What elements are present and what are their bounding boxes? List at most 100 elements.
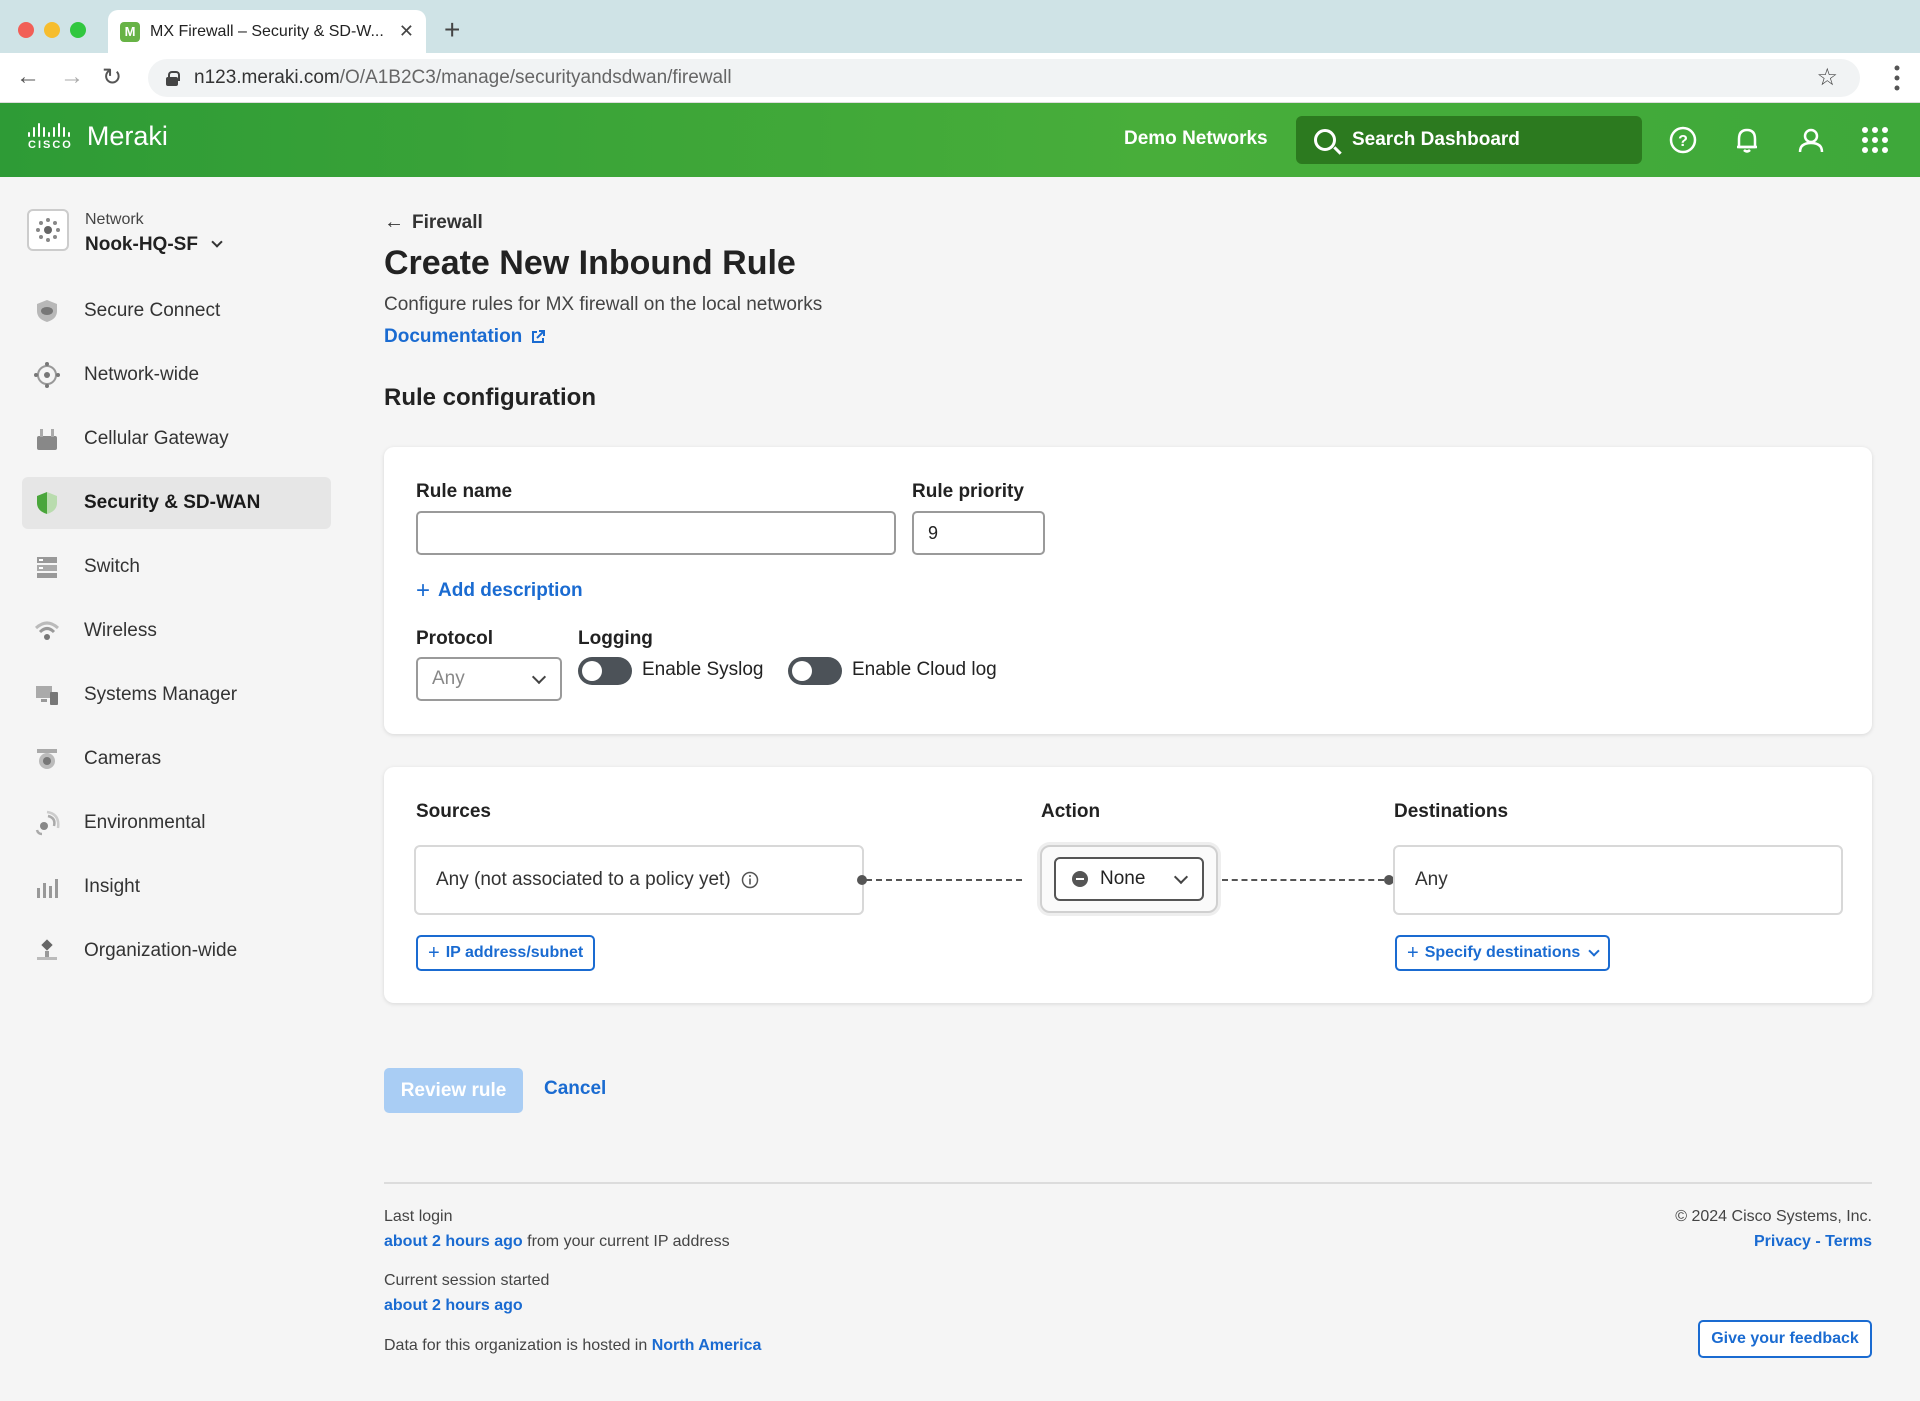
browser-menu-icon[interactable] bbox=[1894, 65, 1900, 91]
url-path: /O/A1B2C3/manage/securityandsdwan/firewa… bbox=[339, 67, 732, 88]
browser-tab[interactable]: M MX Firewall – Security & SD-W... ✕ bbox=[108, 10, 426, 53]
shield-icon bbox=[34, 490, 60, 516]
forward-icon[interactable]: → bbox=[60, 63, 84, 91]
block-icon bbox=[1072, 871, 1088, 887]
footer-divider bbox=[384, 1182, 1872, 1184]
sidebar-item-wireless[interactable]: Wireless bbox=[22, 605, 331, 657]
session-label: Current session started bbox=[384, 1272, 550, 1289]
sidebar-item-label: Systems Manager bbox=[84, 684, 238, 705]
chart-icon bbox=[34, 874, 60, 900]
back-to-firewall-link[interactable]: ← Firewall bbox=[384, 211, 483, 234]
bell-icon[interactable] bbox=[1731, 124, 1763, 156]
back-icon[interactable]: ← bbox=[16, 63, 40, 91]
sidebar-item-cellular-gateway[interactable]: Cellular Gateway bbox=[22, 413, 331, 465]
destinations-box[interactable]: Any bbox=[1393, 845, 1843, 915]
sidebar-item-insight[interactable]: Insight bbox=[22, 861, 331, 913]
connector-line bbox=[866, 879, 1022, 881]
last-login-suffix: from your current IP address bbox=[522, 1233, 730, 1250]
cloud-log-label: Enable Cloud log bbox=[852, 659, 997, 680]
sidebar-item-label: Cellular Gateway bbox=[84, 428, 229, 449]
cisco-bars-icon bbox=[28, 122, 73, 137]
copyright: © 2024 Cisco Systems, Inc. bbox=[1675, 1208, 1872, 1225]
apps-grid-icon[interactable] bbox=[1859, 124, 1891, 156]
add-description-button[interactable]: + Add description bbox=[416, 577, 583, 605]
tab-title: MX Firewall – Security & SD-W... bbox=[150, 22, 384, 40]
meraki-favicon-icon: M bbox=[120, 21, 140, 42]
maximize-window-icon[interactable] bbox=[70, 22, 86, 38]
action-container: None bbox=[1040, 845, 1218, 913]
syslog-label: Enable Syslog bbox=[642, 659, 764, 680]
external-link-icon bbox=[532, 330, 546, 343]
cloud-log-toggle[interactable] bbox=[788, 657, 842, 685]
sidebar-item-cameras[interactable]: Cameras bbox=[22, 733, 331, 785]
sidebar-item-environmental[interactable]: Environmental bbox=[22, 797, 331, 849]
cisco-wordmark: CISCO bbox=[28, 138, 73, 151]
plus-icon: + bbox=[416, 577, 431, 604]
cancel-button[interactable]: Cancel bbox=[544, 1078, 606, 1100]
minimize-window-icon[interactable] bbox=[44, 22, 60, 38]
demo-networks-link[interactable]: Demo Networks bbox=[1124, 128, 1268, 150]
sidebar-item-label: Cameras bbox=[84, 748, 162, 769]
sidebar-item-network-wide[interactable]: Network-wide bbox=[22, 349, 331, 401]
feedback-button[interactable]: Give your feedback bbox=[1698, 1320, 1872, 1358]
bookmark-star-icon[interactable]: ☆ bbox=[1816, 63, 1838, 92]
info-icon[interactable] bbox=[741, 871, 759, 889]
chevron-down-icon bbox=[211, 236, 223, 248]
app-header: CISCO Meraki Demo Networks Search Dashbo… bbox=[0, 103, 1920, 177]
tab-close-icon[interactable]: ✕ bbox=[399, 21, 414, 42]
session-link[interactable]: about 2 hours ago bbox=[384, 1297, 523, 1314]
sources-value: Any (not associated to a policy yet) bbox=[436, 869, 731, 890]
page-title: Create New Inbound Rule bbox=[384, 244, 796, 282]
sidebar-item-security-sd-wan[interactable]: Security & SD-WAN bbox=[22, 477, 331, 529]
search-dashboard-button[interactable]: Search Dashboard bbox=[1296, 116, 1642, 164]
sidebar-item-label: Switch bbox=[84, 556, 140, 577]
hosted-region-link[interactable]: North America bbox=[652, 1337, 762, 1354]
new-tab-icon[interactable]: + bbox=[444, 14, 460, 46]
documentation-link[interactable]: Documentation bbox=[384, 326, 546, 348]
add-ip-subnet-button[interactable]: + IP address/subnet bbox=[416, 935, 596, 971]
address-bar: ← → ↻ n123.meraki.com/O/A1B2C3/manage/se… bbox=[0, 53, 1920, 103]
plus-icon: + bbox=[1407, 941, 1419, 964]
legal-links: Privacy - Terms bbox=[1754, 1233, 1872, 1251]
syslog-toggle[interactable] bbox=[578, 657, 632, 685]
section-title: Rule configuration bbox=[384, 384, 596, 411]
legal-separator: - bbox=[1810, 1233, 1826, 1250]
specify-destinations-label: Specify destinations bbox=[1424, 944, 1581, 961]
terms-link[interactable]: Terms bbox=[1825, 1233, 1872, 1250]
search-label: Search Dashboard bbox=[1352, 129, 1520, 150]
sidebar-item-label: Network-wide bbox=[84, 364, 200, 385]
ip-subnet-label: IP address/subnet bbox=[445, 944, 584, 961]
network-icon[interactable] bbox=[27, 209, 69, 251]
sources-box[interactable]: Any (not associated to a policy yet) bbox=[414, 845, 864, 915]
review-rule-button[interactable]: Review rule bbox=[384, 1068, 523, 1113]
plus-icon: + bbox=[428, 941, 440, 964]
wifi-icon bbox=[34, 618, 60, 644]
specify-destinations-button[interactable]: + Specify destinations bbox=[1395, 935, 1611, 971]
sensor-icon bbox=[34, 810, 60, 836]
sidebar-item-switch[interactable]: Switch bbox=[22, 541, 331, 593]
sources-label: Sources bbox=[416, 801, 491, 822]
arrow-left-icon: ← bbox=[384, 211, 404, 233]
rule-name-input[interactable] bbox=[416, 511, 896, 555]
hosted-prefix: Data for this organization is hosted in bbox=[384, 1337, 652, 1354]
rule-priority-input[interactable]: 9 bbox=[912, 511, 1045, 555]
help-icon[interactable]: ? bbox=[1667, 124, 1699, 156]
cisco-meraki-logo[interactable]: CISCO Meraki bbox=[28, 121, 168, 152]
sidebar-item-secure-connect[interactable]: Secure Connect bbox=[22, 285, 331, 337]
org-icon bbox=[34, 938, 60, 964]
privacy-link[interactable]: Privacy bbox=[1754, 1233, 1811, 1250]
sidebar-item-systems-manager[interactable]: Systems Manager bbox=[22, 669, 331, 721]
url-field[interactable]: n123.meraki.com/O/A1B2C3/manage/security… bbox=[148, 59, 1860, 97]
close-window-icon[interactable] bbox=[18, 22, 34, 38]
sidebar-item-label: Environmental bbox=[84, 812, 206, 833]
protocol-select[interactable]: Any bbox=[416, 657, 562, 701]
user-icon[interactable] bbox=[1795, 124, 1827, 156]
chevron-down-icon bbox=[1588, 944, 1600, 957]
reload-icon[interactable]: ↻ bbox=[102, 63, 122, 92]
sidebar-item-label: Wireless bbox=[84, 620, 157, 641]
last-login-link[interactable]: about 2 hours ago bbox=[384, 1233, 523, 1250]
network-selector[interactable]: Nook-HQ-SF bbox=[85, 234, 223, 256]
sidebar-item-organization-wide[interactable]: Organization-wide bbox=[22, 925, 331, 977]
action-select[interactable]: None bbox=[1054, 857, 1204, 901]
protocol-value: Any bbox=[432, 668, 465, 689]
